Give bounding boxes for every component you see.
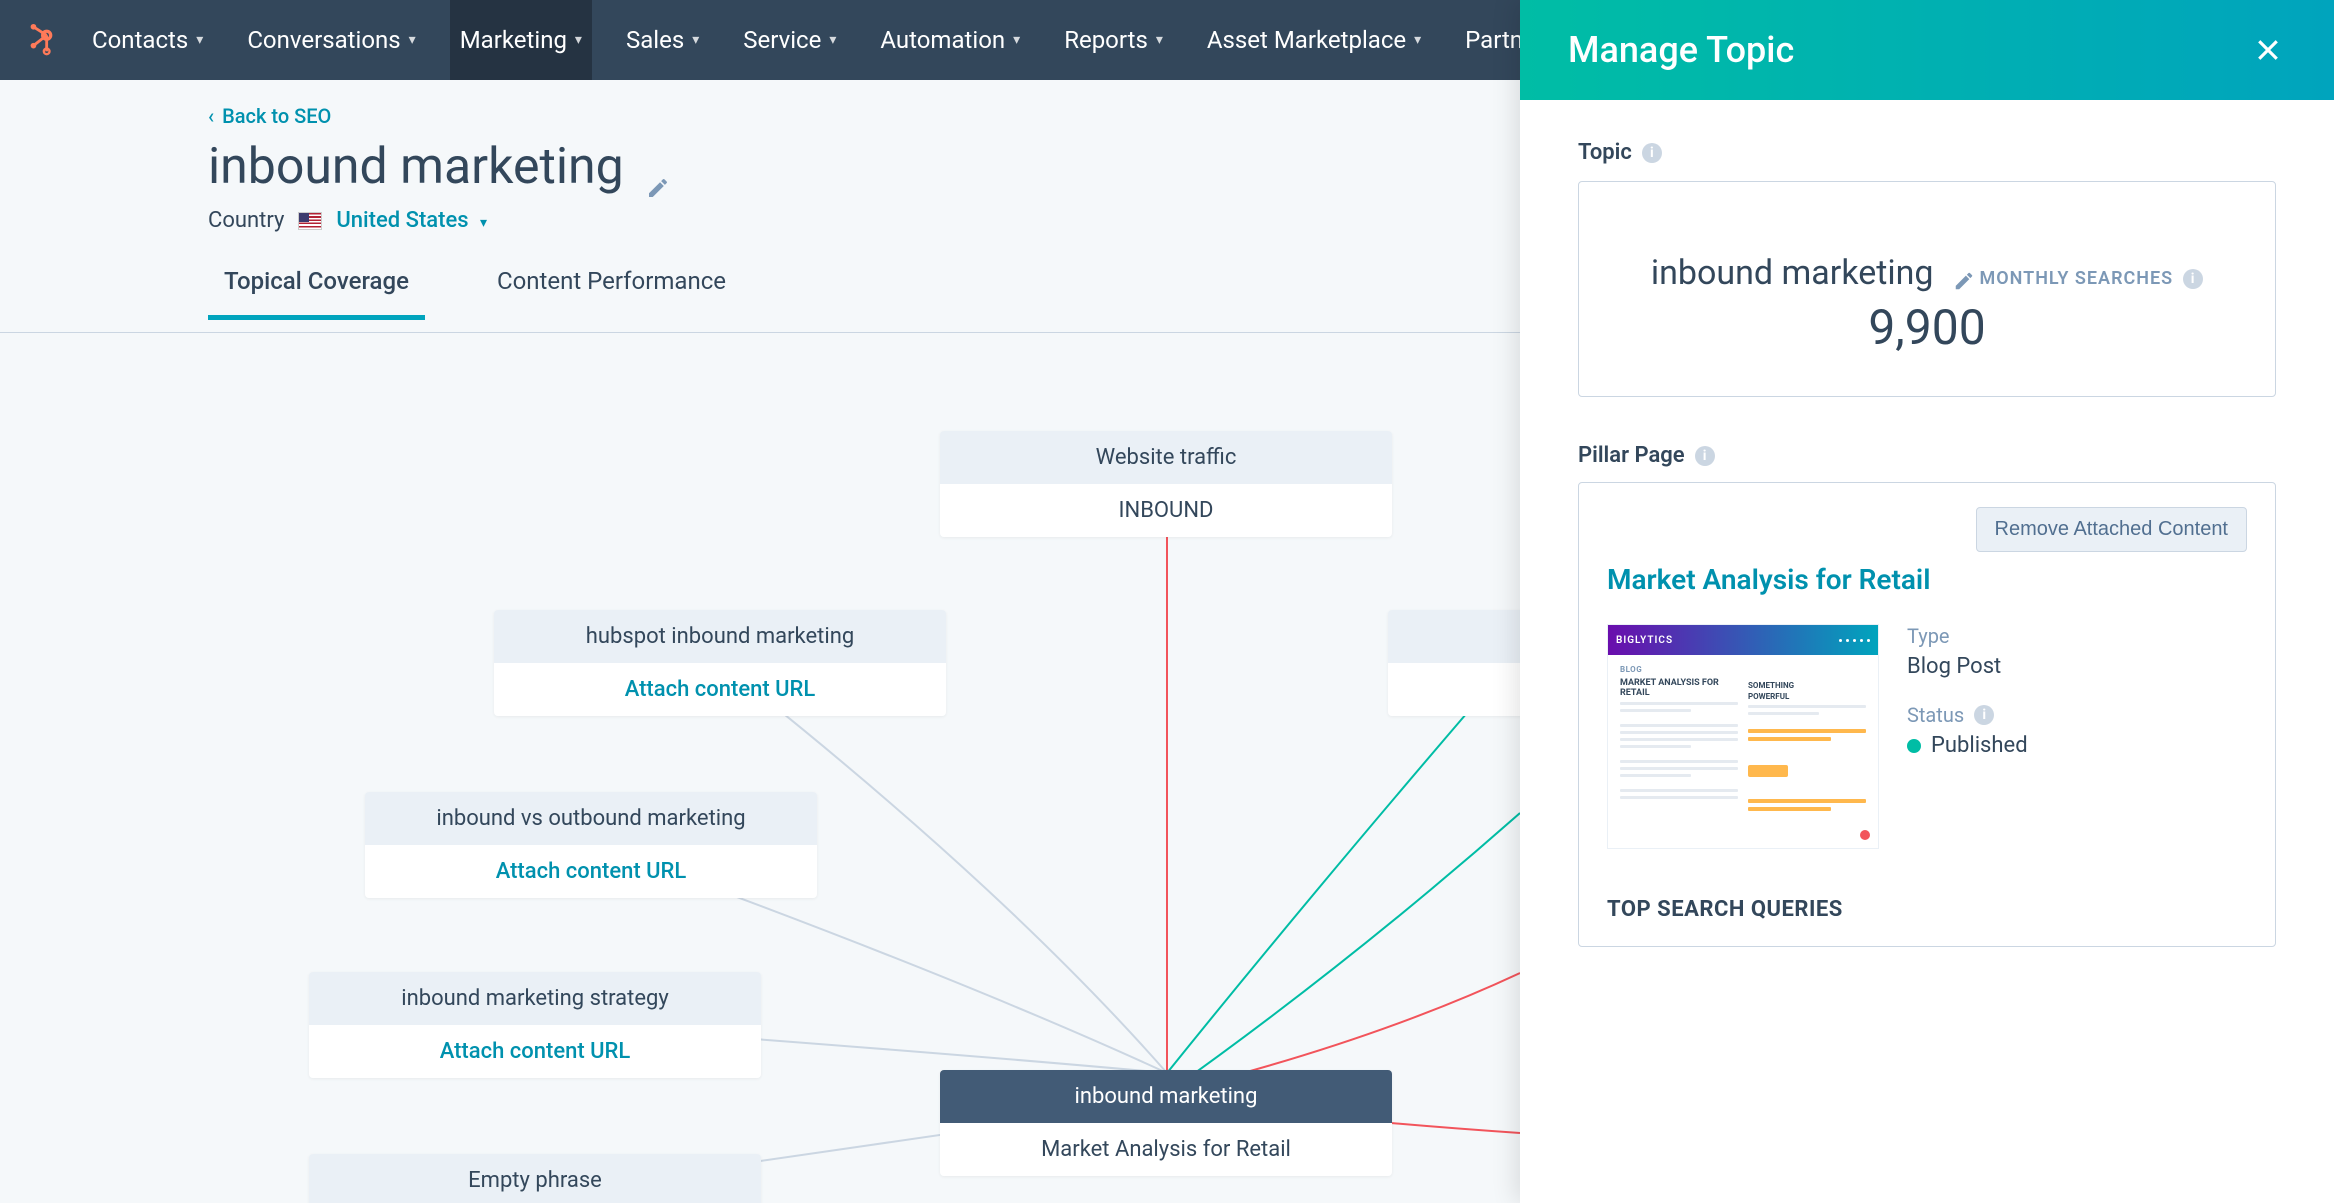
panel-header: Manage Topic <box>1520 0 2334 100</box>
node-title: Website traffic <box>940 431 1392 484</box>
us-flag-icon <box>298 212 322 230</box>
node-title: hubspot inbound marketing <box>494 610 946 663</box>
remove-attached-content-button[interactable]: Remove Attached Content <box>1976 507 2247 552</box>
cluster-node-hubspot-inbound[interactable]: hubspot inbound marketing Attach content… <box>494 610 946 716</box>
pillar-section: Pillar Page i Remove Attached Content Ma… <box>1578 443 2276 947</box>
pillar-meta-col: Type Blog Post Status i Published <box>1907 624 2028 849</box>
tab-topical-coverage[interactable]: Topical Coverage <box>208 267 425 320</box>
info-icon[interactable]: i <box>1974 705 1994 725</box>
back-link-label: Back to SEO <box>222 104 331 128</box>
chevron-left-icon: ‹ <box>208 104 214 128</box>
topic-value: inbound marketing <box>1651 253 1934 293</box>
status-indicator-icon <box>1860 830 1870 840</box>
edit-title-button[interactable] <box>646 155 670 179</box>
topic-field-label: Topic i <box>1578 140 2276 165</box>
nav-marketing[interactable]: Marketing▾ <box>450 0 592 80</box>
chevron-down-icon: ▾ <box>1156 32 1163 48</box>
type-label: Type <box>1907 624 2028 648</box>
info-icon[interactable]: i <box>1642 143 1662 163</box>
info-icon[interactable]: i <box>1695 446 1715 466</box>
status-value-row: Published <box>1907 733 2028 758</box>
cluster-node-inbound-vs-outbound[interactable]: inbound vs outbound marketing Attach con… <box>365 792 817 898</box>
cluster-node-website-traffic[interactable]: Website traffic INBOUND <box>940 431 1392 537</box>
attach-url-link[interactable]: Attach content URL <box>494 663 946 716</box>
close-button[interactable] <box>2250 32 2286 68</box>
chevron-down-icon: ▾ <box>829 32 836 48</box>
attach-url-link[interactable]: Attach content URL <box>365 845 817 898</box>
node-title: inbound vs outbound marketing <box>365 792 817 845</box>
monthly-searches-value: 9,900 <box>1603 299 2251 356</box>
manage-topic-panel: Manage Topic Topic i inbound marketing M… <box>1520 0 2334 1203</box>
chevron-down-icon: ▾ <box>575 32 582 48</box>
center-node-title: inbound marketing <box>940 1070 1392 1123</box>
nav-contacts[interactable]: Contacts▾ <box>82 0 213 80</box>
nav-automation[interactable]: Automation▾ <box>870 0 1030 80</box>
pillar-card: Remove Attached Content Market Analysis … <box>1578 482 2276 947</box>
nav-reports[interactable]: Reports▾ <box>1054 0 1173 80</box>
chevron-down-icon: ▾ <box>196 32 203 48</box>
cluster-center-node[interactable]: inbound marketing Market Analysis for Re… <box>940 1070 1392 1176</box>
chevron-down-icon: ▾ <box>480 215 487 231</box>
node-title: Empty phrase <box>309 1154 761 1203</box>
nav-sales[interactable]: Sales▾ <box>616 0 709 80</box>
hubspot-logo[interactable] <box>24 23 58 57</box>
edit-topic-button[interactable] <box>1952 261 1976 285</box>
center-node-subtitle: Market Analysis for Retail <box>940 1123 1392 1176</box>
panel-body: Topic i inbound marketing MONTHLY SEARCH… <box>1520 100 2334 1203</box>
cluster-node-empty-phrase[interactable]: Empty phrase <box>309 1154 761 1203</box>
pillar-label: Pillar Page i <box>1578 443 2276 468</box>
tab-content-performance[interactable]: Content Performance <box>481 267 742 320</box>
type-value: Blog Post <box>1907 654 2028 679</box>
pillar-meta: BIGLYTICS BLOG MARKET ANALYSIS FOR RETAI… <box>1607 624 2247 849</box>
attach-url-link[interactable]: Attach content URL <box>309 1025 761 1078</box>
top-search-queries-heading: TOP SEARCH QUERIES <box>1607 897 2247 922</box>
topic-card: inbound marketing MONTHLY SEARCHES i 9,9… <box>1578 181 2276 397</box>
country-label: Country <box>208 208 284 233</box>
chevron-down-icon: ▾ <box>1414 32 1421 48</box>
chevron-down-icon: ▾ <box>1013 32 1020 48</box>
nav-service[interactable]: Service▾ <box>733 0 846 80</box>
back-link[interactable]: ‹ Back to SEO <box>208 104 331 128</box>
status-label: Status i <box>1907 703 2028 727</box>
pillar-page-link[interactable]: Market Analysis for Retail <box>1607 563 2247 596</box>
info-icon[interactable]: i <box>2183 269 2203 289</box>
panel-title: Manage Topic <box>1568 29 1794 71</box>
monthly-searches-label: MONTHLY SEARCHES i <box>1979 268 2203 289</box>
node-title: inbound marketing strategy <box>309 972 761 1025</box>
pillar-thumbnail: BIGLYTICS BLOG MARKET ANALYSIS FOR RETAI… <box>1607 624 1879 849</box>
topic-value-row: inbound marketing <box>1651 253 1976 293</box>
country-select[interactable]: United States ▾ <box>336 208 487 233</box>
status-value: Published <box>1931 733 2028 758</box>
cluster-node-inbound-strategy[interactable]: inbound marketing strategy Attach conten… <box>309 972 761 1078</box>
status-dot-icon <box>1907 739 1921 753</box>
node-body: INBOUND <box>940 484 1392 537</box>
nav-asset-marketplace[interactable]: Asset Marketplace▾ <box>1197 0 1431 80</box>
chevron-down-icon: ▾ <box>409 32 416 48</box>
chevron-down-icon: ▾ <box>692 32 699 48</box>
nav-conversations[interactable]: Conversations▾ <box>237 0 425 80</box>
